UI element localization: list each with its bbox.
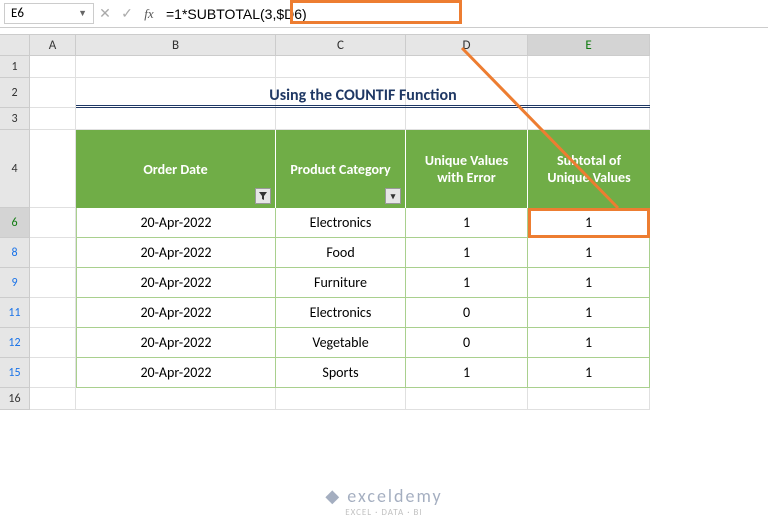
cell[interactable] — [406, 388, 528, 410]
table-cell[interactable]: 0 — [406, 328, 528, 358]
cell[interactable] — [30, 298, 76, 328]
row-header[interactable]: 2 — [0, 78, 30, 108]
table-cell[interactable]: 1 — [528, 358, 650, 388]
cell[interactable] — [76, 108, 276, 130]
cell[interactable] — [528, 388, 650, 410]
row-header[interactable]: 12 — [0, 328, 30, 358]
row-header[interactable]: 1 — [0, 56, 30, 78]
col-header-B[interactable]: B — [76, 34, 276, 56]
table-header: Order Date Product Category ▾ Unique Val… — [76, 130, 650, 208]
table-cell[interactable]: 1 — [528, 208, 650, 238]
table-cell[interactable]: 1 — [528, 328, 650, 358]
fx-icon[interactable]: fx — [138, 6, 160, 22]
cell[interactable] — [30, 78, 76, 108]
table-row: 20-Apr-2022Food11 — [76, 238, 650, 268]
enter-icon[interactable]: ✓ — [116, 5, 138, 22]
table-cell[interactable]: 1 — [528, 298, 650, 328]
table-row: 20-Apr-2022Furniture11 — [76, 268, 650, 298]
table-cell[interactable]: Food — [276, 238, 406, 268]
table-cell[interactable]: Vegetable — [276, 328, 406, 358]
table-cell[interactable]: Electronics — [276, 208, 406, 238]
header-label: Subtotal of Unique Values — [536, 152, 642, 186]
table-cell[interactable]: Electronics — [276, 298, 406, 328]
cell[interactable] — [528, 108, 650, 130]
column-headers: A B C D E — [0, 34, 768, 56]
row-header[interactable]: 3 — [0, 108, 30, 130]
table-cell[interactable]: Sports — [276, 358, 406, 388]
cell[interactable] — [276, 56, 406, 78]
watermark-logo-icon: ◆ exceldemy — [325, 485, 442, 507]
row-header[interactable]: 15 — [0, 358, 30, 388]
header-subtotal-unique: Subtotal of Unique Values — [528, 130, 650, 208]
watermark-brand: exceldemy — [347, 485, 442, 507]
watermark-sub: EXCEL · DATA · BI — [325, 507, 442, 518]
grid: 123468911121516 Using the COUNTIF Functi… — [0, 56, 768, 410]
cell[interactable] — [30, 108, 76, 130]
name-box-value: E6 — [11, 6, 24, 21]
cell[interactable] — [30, 208, 76, 238]
header-product-category: Product Category ▾ — [276, 130, 406, 208]
grid-body: Using the COUNTIF Function Order Date Pr… — [30, 56, 768, 410]
table-row: 20-Apr-2022Electronics11 — [76, 208, 650, 238]
row-header[interactable]: 16 — [0, 388, 30, 410]
cell[interactable] — [76, 56, 276, 78]
cell[interactable] — [30, 130, 76, 208]
row-header[interactable]: 4 — [0, 130, 30, 208]
row-header[interactable]: 8 — [0, 238, 30, 268]
header-label: Order Date — [143, 161, 207, 178]
cell[interactable] — [30, 358, 76, 388]
cell[interactable] — [30, 388, 76, 410]
table-cell[interactable]: 1 — [406, 208, 528, 238]
cell[interactable] — [30, 238, 76, 268]
watermark: ◆ exceldemy EXCEL · DATA · BI — [325, 485, 442, 518]
table-cell[interactable]: 20-Apr-2022 — [76, 268, 276, 298]
cell[interactable] — [528, 56, 650, 78]
table-cell[interactable]: 1 — [406, 358, 528, 388]
dropdown-icon[interactable]: ▾ — [385, 188, 401, 204]
col-header-C[interactable]: C — [276, 34, 406, 56]
table-cell[interactable]: 20-Apr-2022 — [76, 238, 276, 268]
table-cell[interactable]: 20-Apr-2022 — [76, 358, 276, 388]
table-row: 20-Apr-2022Vegetable01 — [76, 328, 650, 358]
formula-bar: E6 ▼ ✕ ✓ fx — [0, 0, 768, 28]
table-row: 20-Apr-2022Sports11 — [76, 358, 650, 388]
table-cell[interactable]: 20-Apr-2022 — [76, 328, 276, 358]
table-cell[interactable]: 1 — [528, 238, 650, 268]
header-order-date: Order Date — [76, 130, 276, 208]
col-header-A[interactable]: A — [30, 34, 76, 56]
col-header-E[interactable]: E — [528, 34, 650, 56]
table-cell[interactable]: 1 — [406, 268, 528, 298]
row-header[interactable]: 6 — [0, 208, 30, 238]
cell[interactable] — [30, 268, 76, 298]
select-all-corner[interactable] — [0, 34, 30, 56]
name-box[interactable]: E6 ▼ — [4, 3, 94, 24]
cell[interactable] — [406, 56, 528, 78]
cell[interactable] — [30, 328, 76, 358]
cancel-icon[interactable]: ✕ — [94, 5, 116, 22]
table-cell[interactable]: 1 — [406, 238, 528, 268]
formula-input[interactable] — [160, 4, 764, 24]
col-header-D[interactable]: D — [406, 34, 528, 56]
cell[interactable] — [30, 56, 76, 78]
table-cell[interactable]: 20-Apr-2022 — [76, 208, 276, 238]
table-cell[interactable]: Furniture — [276, 268, 406, 298]
data-table: Order Date Product Category ▾ Unique Val… — [76, 130, 650, 388]
cell[interactable] — [406, 108, 528, 130]
row-header[interactable]: 9 — [0, 268, 30, 298]
table-row: 20-Apr-2022Electronics01 — [76, 298, 650, 328]
page-title: Using the COUNTIF Function — [76, 78, 650, 108]
filter-icon[interactable] — [255, 188, 271, 204]
header-unique-error: Unique Values with Error — [406, 130, 528, 208]
cell[interactable] — [76, 388, 276, 410]
cell[interactable] — [276, 388, 406, 410]
cell[interactable] — [276, 108, 406, 130]
row-headers: 123468911121516 — [0, 56, 30, 410]
header-label: Product Category — [290, 161, 390, 178]
row-header[interactable]: 11 — [0, 298, 30, 328]
table-cell[interactable]: 1 — [528, 268, 650, 298]
header-label: Unique Values with Error — [414, 152, 519, 186]
table-cell[interactable]: 20-Apr-2022 — [76, 298, 276, 328]
table-cell[interactable]: 0 — [406, 298, 528, 328]
dropdown-icon[interactable]: ▼ — [78, 8, 87, 19]
